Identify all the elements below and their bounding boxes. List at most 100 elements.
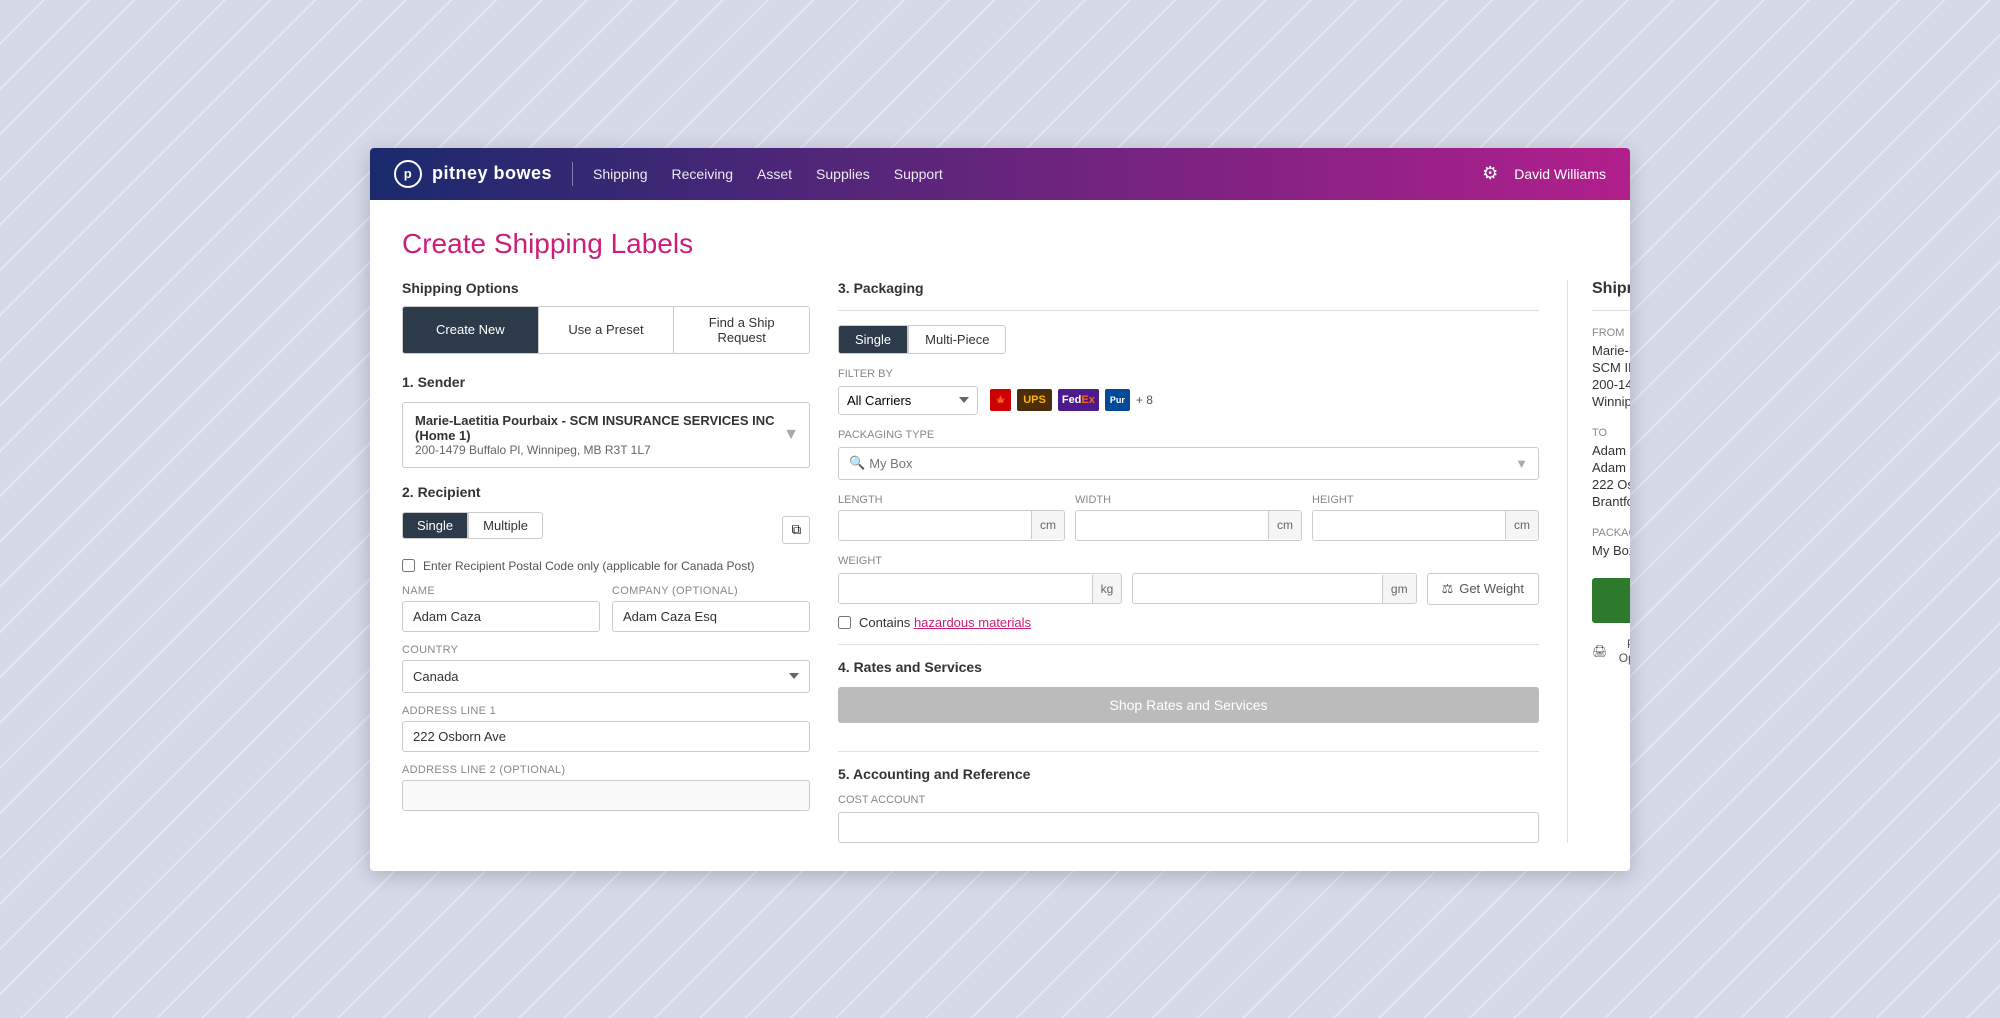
packaging-summary-value: My Box xyxy=(1592,543,1630,558)
hazmat-checkbox[interactable] xyxy=(838,616,851,629)
ups-logo: UPS xyxy=(1017,389,1052,411)
address2-group: ADDRESS LINE 2 (optional) xyxy=(402,764,810,811)
settings-icon[interactable]: ⚙ xyxy=(1482,163,1498,184)
postal-code-label: Enter Recipient Postal Code only (applic… xyxy=(423,559,755,573)
hazmat-label: Contains hazardous materials xyxy=(859,615,1031,630)
address2-input[interactable] xyxy=(402,780,810,811)
name-input[interactable] xyxy=(402,601,600,632)
header-nav: Shipping Receiving Asset Supplies Suppor… xyxy=(593,166,943,182)
tab-create-new[interactable]: Create New xyxy=(403,307,539,353)
tab-single-recipient[interactable]: Single xyxy=(402,512,468,539)
header-right: ⚙ David Williams xyxy=(1482,163,1606,184)
weight-gm-wrap: gm xyxy=(1132,573,1416,604)
copy-button[interactable]: ⧉ xyxy=(782,516,810,544)
accounting-heading: 5. Accounting and Reference xyxy=(838,766,1539,782)
tab-single-pkg[interactable]: Single xyxy=(838,325,908,354)
dimensions-row: LENGTH cm WIDTH cm HEI xyxy=(838,494,1539,541)
country-select[interactable]: Canada xyxy=(402,660,810,693)
width-input-wrap: cm xyxy=(1075,510,1302,541)
width-group: WIDTH cm xyxy=(1075,494,1302,541)
packaging-divider xyxy=(838,310,1539,311)
tab-multiple-recipient[interactable]: Multiple xyxy=(468,512,543,539)
weight-row: kg gm ⚖ Get Weight xyxy=(838,573,1539,605)
sender-chevron-icon: ▼ xyxy=(783,426,799,444)
summary-divider xyxy=(1592,310,1630,311)
header-divider xyxy=(572,162,573,186)
length-label: LENGTH xyxy=(838,494,1065,506)
weight-gm-input[interactable] xyxy=(1133,574,1382,603)
postal-code-row: Enter Recipient Postal Code only (applic… xyxy=(402,559,810,573)
pkg-search-input[interactable] xyxy=(865,448,1515,479)
sender-select[interactable]: Marie-Laetitia Pourbaix - SCM INSURANCE … xyxy=(402,402,810,468)
name-group: NAME xyxy=(402,585,600,632)
nav-supplies[interactable]: Supplies xyxy=(816,166,870,182)
hazmat-link[interactable]: hazardous materials xyxy=(914,615,1031,630)
packaging-info: PACKAGING My Box xyxy=(1592,527,1630,560)
height-input[interactable] xyxy=(1313,511,1505,540)
user-name: David Williams xyxy=(1514,166,1606,182)
summary-to-section: TO Adam Caza Adam Caza Esq 222 Osborn Av… xyxy=(1592,427,1630,509)
company-input[interactable] xyxy=(612,601,810,632)
length-group: LENGTH cm xyxy=(838,494,1065,541)
length-input[interactable] xyxy=(839,511,1031,540)
nav-shipping[interactable]: Shipping xyxy=(593,166,648,182)
print-label-button[interactable]: Print Shipping Label xyxy=(1592,578,1630,623)
weight-kg-input[interactable] xyxy=(839,574,1092,603)
tab-find-ship[interactable]: Find a Ship Request xyxy=(674,307,809,353)
middle-column: 3. Packaging Single Multi-Piece FILTER B… xyxy=(838,280,1539,843)
postal-code-checkbox[interactable] xyxy=(402,559,415,572)
hazmat-row: Contains hazardous materials xyxy=(838,615,1539,630)
packaging-heading: 3. Packaging xyxy=(838,280,1539,296)
country-label: COUNTRY xyxy=(402,644,810,656)
app-window: p pitney bowes Shipping Receiving Asset … xyxy=(370,148,1630,871)
pkg-search-box[interactable]: 🔍 ▼ xyxy=(838,447,1539,480)
printer-icon: 🖨 xyxy=(1592,644,1607,658)
height-unit: cm xyxy=(1505,511,1538,539)
to-address: 222 Osborn Ave xyxy=(1592,477,1630,492)
print-options-button[interactable]: 🖨 Print Options xyxy=(1592,637,1630,665)
print-options-label: Print Options xyxy=(1611,637,1630,665)
main-content: Create Shipping Labels Shipping Options … xyxy=(370,200,1630,871)
canada-post-logo: 🍁 xyxy=(990,389,1011,411)
width-input[interactable] xyxy=(1076,511,1268,540)
address1-input[interactable] xyxy=(402,721,810,752)
page-title: Create Shipping Labels xyxy=(402,228,1598,260)
pkg-type-label: PACKAGING TYPE xyxy=(838,429,1539,441)
get-weight-button[interactable]: ⚖ Get Weight xyxy=(1427,573,1539,605)
tab-multi-piece[interactable]: Multi-Piece xyxy=(908,325,1006,354)
from-label: FROM xyxy=(1592,327,1630,339)
weight-kg-unit: kg xyxy=(1092,575,1122,603)
pkg-search-icon: 🔍 xyxy=(849,455,865,471)
length-unit: cm xyxy=(1031,511,1064,539)
print-actions: 🖨 Print Options ✉ Email Label ★ Save as … xyxy=(1592,637,1630,665)
from-city: Winnipeg, MB R3T 1L7, CA xyxy=(1592,394,1630,409)
packaging-tabs: Single Multi-Piece xyxy=(838,325,1539,354)
to-label: TO xyxy=(1592,427,1630,439)
fedex-logo: FedEx xyxy=(1058,389,1099,411)
carrier-select[interactable]: All Carriers xyxy=(838,386,978,415)
cost-account-label: COST ACCOUNT xyxy=(838,794,1539,806)
packaging-row: PACKAGING My Box xyxy=(1592,527,1630,560)
rates-divider xyxy=(838,644,1539,645)
tab-use-preset[interactable]: Use a Preset xyxy=(539,307,675,353)
address1-label: ADDRESS LINE 1 xyxy=(402,705,810,717)
recipient-tabs: Single Multiple xyxy=(402,512,543,539)
nav-support[interactable]: Support xyxy=(894,166,943,182)
sender-address: 200-1479 Buffalo Pl, Winnipeg, MB R3T 1L… xyxy=(415,443,797,457)
get-weight-label: Get Weight xyxy=(1459,581,1524,596)
width-label: WIDTH xyxy=(1075,494,1302,506)
from-address: 200-1479 Buffalo Pl xyxy=(1592,377,1630,392)
logo-name: pitney bowes xyxy=(432,163,552,184)
weight-kg-wrap: kg xyxy=(838,573,1122,604)
purolator-logo: Pur xyxy=(1105,389,1130,411)
to-name: Adam Caza xyxy=(1592,443,1630,458)
nav-receiving[interactable]: Receiving xyxy=(672,166,733,182)
summary-panel: Shipment Summary FROM Marie-Laetitia Pou… xyxy=(1567,280,1630,843)
cost-account-input[interactable] xyxy=(838,812,1539,843)
filter-row: All Carriers 🍁 UPS FedEx Pur + 8 xyxy=(838,386,1539,415)
more-carriers-label: + 8 xyxy=(1136,393,1153,407)
sender-heading: 1. Sender xyxy=(402,374,810,390)
name-label: NAME xyxy=(402,585,600,597)
nav-asset[interactable]: Asset xyxy=(757,166,792,182)
shop-rates-button[interactable]: Shop Rates and Services xyxy=(838,687,1539,723)
